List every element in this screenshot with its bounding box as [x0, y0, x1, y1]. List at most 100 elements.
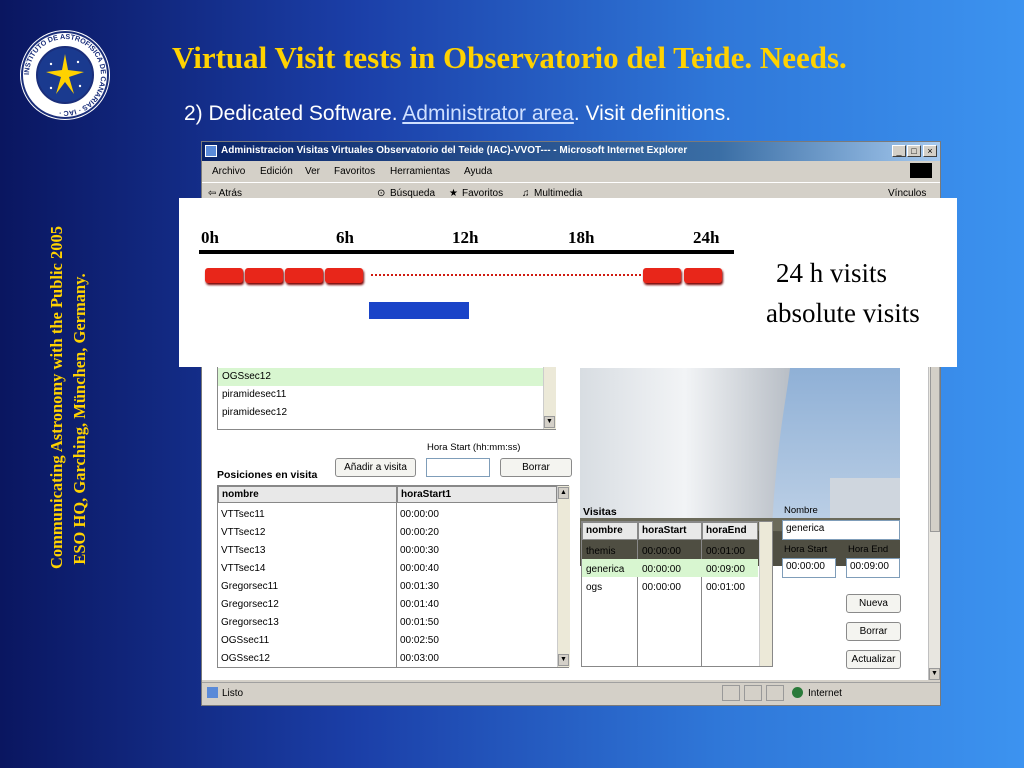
- page-icon: [207, 687, 218, 698]
- globe-icon: [792, 687, 803, 698]
- visit-hora-start-input[interactable]: 00:00:00: [782, 558, 836, 578]
- table-row[interactable]: OGSsec12: [221, 653, 270, 664]
- new-visit-button[interactable]: Nueva: [846, 594, 901, 613]
- table-row[interactable]: themis: [586, 546, 615, 557]
- menu-herramientas[interactable]: Herramientas: [390, 166, 450, 177]
- table-cell: 00:00:00: [642, 582, 681, 593]
- administrator-area-link[interactable]: Administrator area: [402, 102, 574, 125]
- table-row[interactable]: VTTsec12: [221, 527, 265, 538]
- sections-list[interactable]: OGSsec12 piramidesec11 piramidesec12 ▼: [217, 362, 556, 430]
- menu-archivo[interactable]: Archivo: [212, 166, 245, 177]
- scroll-up-arrow[interactable]: ▲: [558, 487, 569, 499]
- table-cell: 00:00:00: [400, 509, 439, 520]
- add-to-visit-button[interactable]: Añadir a visita: [335, 458, 416, 477]
- col-horaend[interactable]: horaEnd: [702, 522, 758, 540]
- table-cell: 00:00:00: [642, 546, 681, 557]
- windows-logo-icon: [910, 163, 932, 178]
- visits-title: Visitas: [583, 506, 617, 518]
- positions-table[interactable]: nombre horaStart1 VTTsec11 00:00:00 VTTs…: [217, 485, 570, 668]
- table-row[interactable]: VTTsec11: [221, 509, 265, 520]
- table-cell: 00:02:50: [400, 635, 439, 646]
- scroll-down-arrow[interactable]: ▼: [929, 668, 940, 680]
- visit-segment: [245, 268, 283, 283]
- list-item[interactable]: piramidesec12: [222, 407, 287, 418]
- visit-segment: [325, 268, 363, 283]
- hora-start-input[interactable]: [426, 458, 490, 477]
- menu-favoritos[interactable]: Favoritos: [334, 166, 375, 177]
- table-cell: 00:00:00: [642, 564, 681, 575]
- visit-hora-end-input[interactable]: 00:09:00: [846, 558, 900, 578]
- tick-label-24h: 24h: [693, 228, 720, 247]
- menu-bar: Archivo Edición Ver Favoritos Herramient…: [202, 162, 940, 180]
- hora-start-label: Hora Start (hh:mm:ss): [427, 442, 521, 453]
- scroll-down-arrow[interactable]: ▼: [544, 416, 555, 428]
- delete-position-button[interactable]: Borrar: [500, 458, 572, 477]
- table-row[interactable]: OGSsec11: [221, 635, 269, 646]
- slide-subtitle: 2) Dedicated Software. Administrator are…: [184, 102, 731, 126]
- col-horastart1[interactable]: horaStart1: [397, 486, 557, 503]
- side-line-1: Communicating Astronomy with the Public …: [47, 225, 66, 569]
- visits-scrollbar[interactable]: [759, 522, 772, 666]
- visits-table[interactable]: nombre horaStart horaEnd themis 00:00:00…: [581, 521, 773, 667]
- table-row[interactable]: VTTsec14: [221, 563, 265, 574]
- delete-visit-button[interactable]: Borrar: [846, 622, 901, 641]
- table-row[interactable]: generica: [586, 564, 624, 575]
- timeline-overlay: 0h 6h 12h 18h 24h 24 h visits absolute v…: [179, 198, 957, 367]
- menu-ayuda[interactable]: Ayuda: [464, 166, 492, 177]
- column-divider: [396, 503, 397, 667]
- table-cell: 00:00:30: [400, 545, 439, 556]
- window-titlebar: Administracion Visitas Virtuales Observa…: [202, 142, 940, 161]
- hora-end-short-label: Hora End: [848, 544, 889, 555]
- nombre-label: Nombre: [784, 505, 818, 516]
- status-panel: [722, 685, 740, 701]
- table-row[interactable]: Gregorsec11: [221, 581, 278, 592]
- visit-segment: [285, 268, 323, 283]
- table-row[interactable]: Gregorsec12: [221, 599, 279, 610]
- close-button[interactable]: ×: [923, 145, 937, 157]
- visit-segment: [205, 268, 243, 283]
- table-cell: 00:03:00: [400, 653, 439, 664]
- maximize-button[interactable]: □: [907, 145, 921, 157]
- table-row[interactable]: VTTsec13: [221, 545, 265, 556]
- hora-start-short-label: Hora Start: [784, 544, 828, 555]
- minimize-button[interactable]: _: [892, 145, 906, 157]
- tick-label-12h: 12h: [452, 228, 479, 247]
- status-panel: [766, 685, 784, 701]
- table-cell: 00:00:20: [400, 527, 439, 538]
- tick-label-6h: 6h: [336, 228, 354, 247]
- timeline-axis: [199, 250, 734, 254]
- ie-icon: [205, 145, 217, 157]
- tick-label-18h: 18h: [568, 228, 595, 247]
- table-cell: 00:09:00: [706, 564, 745, 575]
- table-row[interactable]: Gregorsec13: [221, 617, 279, 628]
- table-cell: 00:01:30: [400, 581, 439, 592]
- zone-text: Internet: [808, 688, 842, 699]
- visit-segment: [684, 268, 722, 283]
- list-item[interactable]: OGSsec12: [222, 371, 271, 382]
- positions-scrollbar[interactable]: [557, 486, 570, 667]
- scroll-down-arrow[interactable]: ▼: [558, 654, 569, 666]
- col-nombre[interactable]: nombre: [582, 522, 638, 540]
- dotted-continuation: [371, 274, 641, 276]
- col-nombre[interactable]: nombre: [218, 486, 397, 503]
- col-horastart[interactable]: horaStart: [638, 522, 702, 540]
- visit-segment: [643, 268, 681, 283]
- label-24h-visits: 24 h visits: [776, 258, 888, 288]
- table-row[interactable]: ogs: [586, 582, 602, 593]
- table-cell: 00:01:40: [400, 599, 439, 610]
- table-cell: 00:00:40: [400, 563, 439, 574]
- side-line-2: ESO HQ, Garching, München, Germany.: [70, 273, 89, 565]
- list-item[interactable]: piramidesec11: [222, 389, 286, 400]
- update-visit-button[interactable]: Actualizar: [846, 650, 901, 669]
- slide-title: Virtual Visit tests in Observatorio del …: [172, 40, 847, 75]
- side-conference-text: Communicating Astronomy with the Public …: [45, 225, 91, 569]
- label-absolute-visits: absolute visits: [766, 298, 920, 328]
- subtitle-suffix: . Visit definitions.: [573, 102, 732, 125]
- menu-edicion[interactable]: Edición: [260, 166, 293, 177]
- iac-logo: INSTITUTO DE ASTROFISICA DE CANARIAS · I…: [20, 30, 110, 120]
- positions-title: Posiciones en visita: [217, 469, 318, 481]
- menu-ver[interactable]: Ver: [305, 166, 320, 177]
- table-cell: 00:01:50: [400, 617, 439, 628]
- visit-name-input[interactable]: generica: [782, 520, 900, 540]
- status-bar: Listo Internet: [202, 682, 940, 705]
